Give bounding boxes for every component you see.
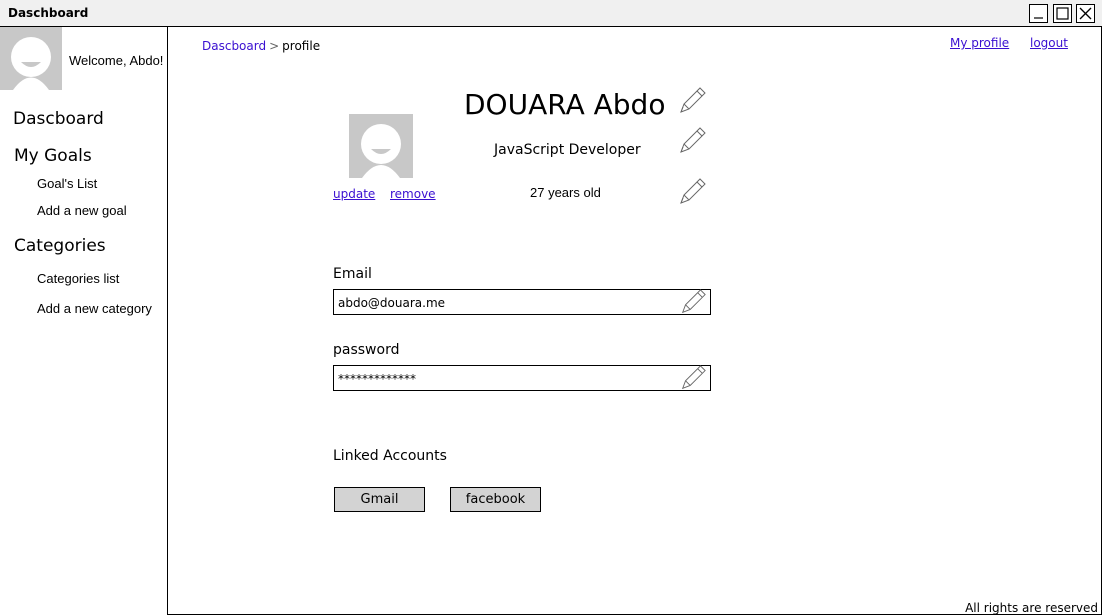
sidebar-item-dashboard[interactable]: Dascboard [13,109,104,129]
footer-text: All rights are reserved [965,601,1098,615]
password-value: ************* [338,372,416,386]
edit-password-pencil-icon[interactable] [679,364,707,392]
breadcrumb-current: profile [282,39,321,53]
password-field[interactable]: ************* [333,365,711,391]
breadcrumb-separator: > [269,39,280,53]
user-avatar-icon [0,27,62,90]
sidebar-heading-goals[interactable]: My Goals [14,146,92,166]
facebook-button[interactable]: facebook [450,487,541,512]
linked-accounts-heading: Linked Accounts [333,448,447,464]
maximize-icon [1056,7,1069,20]
profile-job-title: JavaScript Developer [494,142,641,158]
email-field[interactable]: abdo@douara.me [333,289,711,315]
edit-name-pencil-icon[interactable] [677,86,707,116]
edit-email-pencil-icon[interactable] [679,288,707,316]
gmail-button[interactable]: Gmail [334,487,425,512]
close-icon [1079,7,1092,20]
sidebar-item-categories-list[interactable]: Categories list [37,271,119,286]
remove-avatar-link[interactable]: remove [390,187,436,201]
profile-name: DOUARA Abdo [464,88,666,121]
maximize-button[interactable] [1053,4,1072,23]
edit-age-pencil-icon[interactable] [677,177,707,207]
profile-avatar-icon [349,114,413,178]
sidebar-item-add-goal[interactable]: Add a new goal [37,203,127,218]
edit-job-pencil-icon[interactable] [677,126,707,156]
logout-link[interactable]: logout [1030,36,1068,50]
sidebar-item-add-category[interactable]: Add a new category [37,301,152,316]
window-title: Daschboard [8,6,89,20]
minimize-icon [1034,17,1043,19]
minimize-button[interactable] [1029,4,1048,23]
title-bar: Daschboard [0,0,1102,27]
update-avatar-link[interactable]: update [333,187,375,201]
welcome-text: Welcome, Abdo! [69,53,164,68]
profile-age: 27 years old [530,185,601,200]
sidebar-item-goals-list[interactable]: Goal's List [37,176,97,191]
password-label: password [333,342,400,358]
breadcrumb-home-link[interactable]: Dascboard [202,39,266,53]
email-value: abdo@douara.me [338,296,446,310]
close-button[interactable] [1076,4,1095,23]
my-profile-link[interactable]: My profile [950,36,1009,50]
breadcrumb: Dascboard > profile [202,39,320,53]
email-label: Email [333,266,372,282]
sidebar-heading-categories[interactable]: Categories [14,236,106,256]
sidebar: Welcome, Abdo! Dascboard My Goals Goal's… [0,27,168,615]
